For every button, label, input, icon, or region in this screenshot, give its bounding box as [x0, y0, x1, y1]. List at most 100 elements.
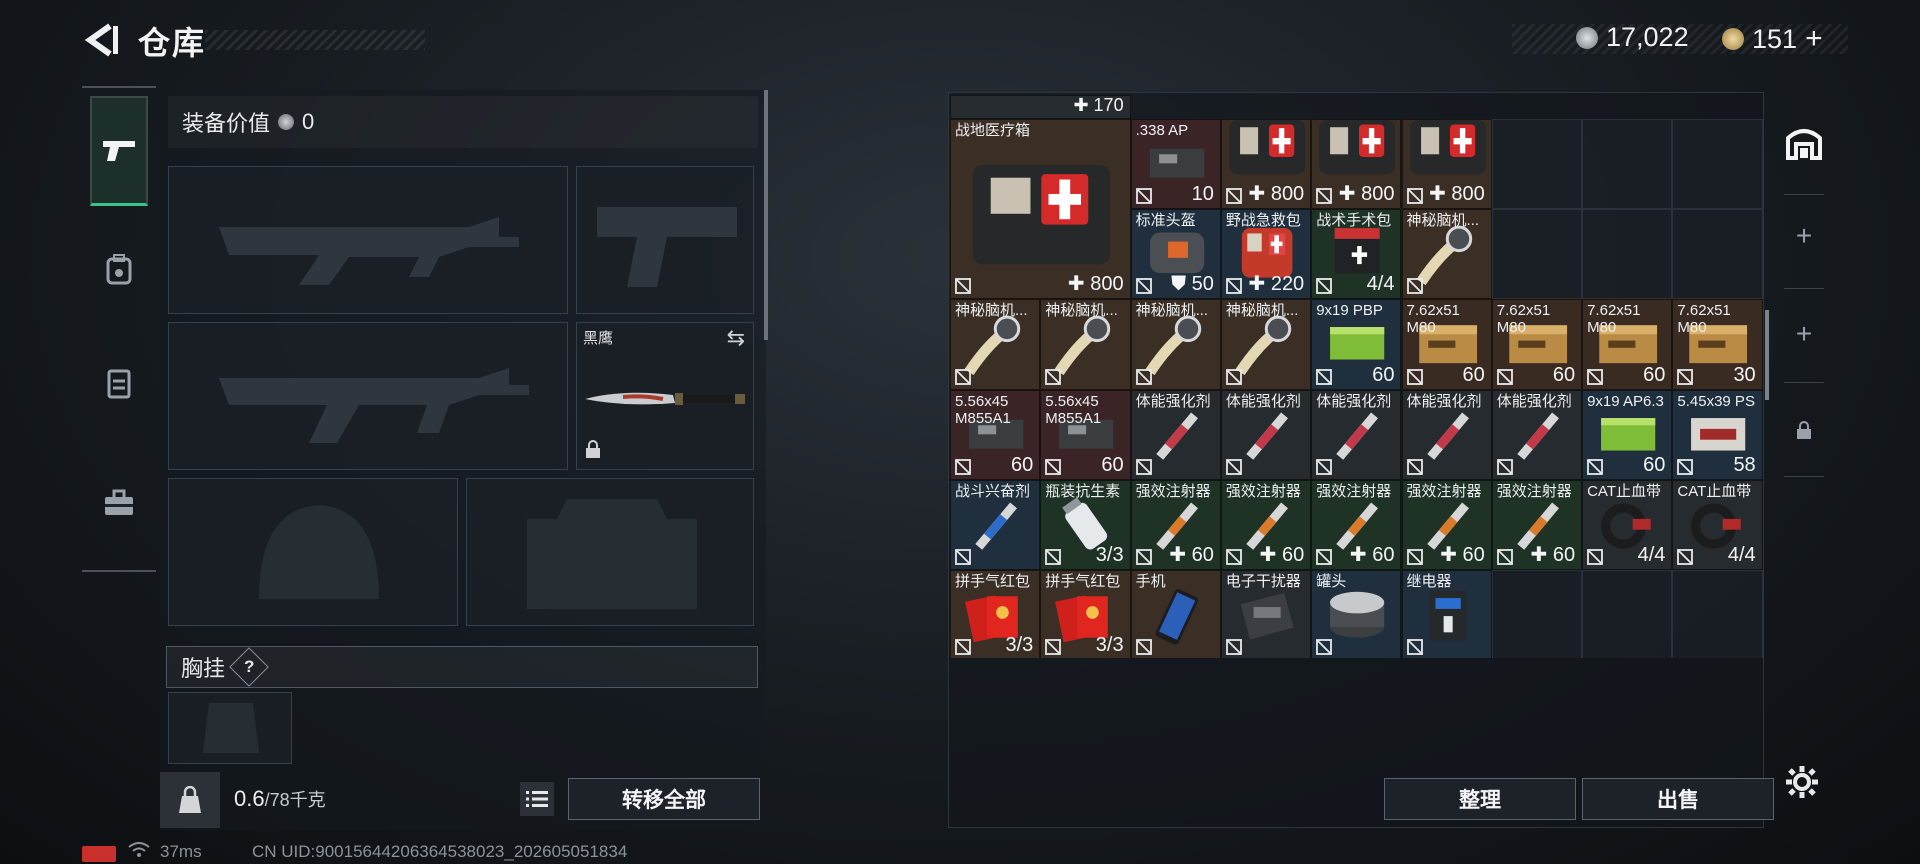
storage-item[interactable]: 神秘脑机... [1220, 299, 1312, 390]
item-value: ✚ 170 [1073, 96, 1123, 116]
storage-item[interactable]: 5.56x45 M855A1 60 [1040, 389, 1131, 480]
storage-item[interactable]: 9x19 AP6.3 60 [1582, 389, 1673, 480]
capacity-icon [160, 772, 220, 828]
storage-item[interactable]: 继电器 [1401, 570, 1492, 658]
no-insure-icon [1316, 549, 1333, 565]
storage-item[interactable]: 战地医疗箱 ✚ 800 [950, 119, 1131, 300]
tab-add-storage-2[interactable]: + [1772, 290, 1836, 378]
item-name: 强效注射器 [1135, 482, 1211, 500]
storage-item[interactable]: 手机 [1130, 570, 1221, 658]
equipment-scrollbar[interactable] [764, 90, 768, 340]
storage-item[interactable]: 神秘脑机... [1040, 299, 1131, 390]
storage-item[interactable]: 拼手气红包 3/3 [950, 570, 1041, 658]
tab-storage-main[interactable] [1772, 98, 1836, 186]
no-insure-icon [1406, 458, 1423, 475]
chest-rig-label: 胸挂 [181, 656, 226, 681]
sell-button[interactable]: 出售 [1582, 778, 1774, 820]
storage-item[interactable]: 拼手气红包 3/3 [1040, 570, 1131, 658]
storage-item[interactable]: 体能强化剂 [1130, 389, 1221, 480]
storage-item[interactable]: 7.62x51 M80 60 [1582, 299, 1673, 390]
storage-item[interactable]: 5.56x45 M855A1 60 [950, 389, 1041, 480]
storage-scrollbar[interactable] [1765, 310, 1769, 400]
storage-item[interactable]: 强效注射器 ✚ 60 [1220, 479, 1312, 570]
empty-slot[interactable] [1672, 209, 1763, 300]
storage-item[interactable]: CAT止血带 4/4 [1672, 479, 1763, 570]
storage-item[interactable]: 体能强化剂 [1220, 389, 1312, 480]
storage-item[interactable]: ✚ 800 [1311, 119, 1402, 210]
storage-item[interactable]: 神秘脑机... [1130, 299, 1221, 390]
silver-coin-icon [1576, 26, 1598, 49]
storage-item[interactable]: ✚ 800 [1220, 119, 1312, 210]
storage-item[interactable]: 电子干扰器 [1220, 570, 1312, 658]
list-view-button[interactable] [520, 782, 554, 816]
storage-item[interactable]: ✚ 800 [1401, 119, 1492, 210]
item-name: 5.45x39 PS [1677, 392, 1755, 410]
tab-case[interactable] [90, 448, 148, 558]
storage-item[interactable]: 强效注射器 ✚ 60 [1401, 479, 1492, 570]
chest-rig-header: 胸挂 ? [166, 646, 758, 688]
storage-item[interactable]: 强效注射器 ✚ 60 [1311, 479, 1402, 570]
no-insure-icon [1406, 549, 1423, 565]
armor-slot[interactable] [466, 478, 754, 626]
empty-slot[interactable] [1582, 209, 1673, 300]
storage-item[interactable]: 战术手术包 4/4 [1311, 209, 1402, 300]
empty-slot[interactable] [1672, 119, 1763, 210]
back-icon[interactable] [80, 20, 120, 60]
no-insure-icon [1316, 188, 1333, 205]
storage-item[interactable]: ✚ 170 [950, 95, 1131, 119]
storage-item[interactable]: 罐头 [1311, 570, 1402, 658]
storage-item[interactable]: 野战急救包 ✚ 220 [1220, 209, 1312, 300]
storage-item[interactable]: 神秘脑机... [1401, 209, 1492, 300]
chest-rig-slot[interactable] [168, 692, 292, 764]
item-name: 7.62x51 M80 [1677, 302, 1731, 337]
tab-vest[interactable] [90, 328, 148, 438]
storage-item[interactable]: 7.62x51 M80 30 [1672, 299, 1763, 390]
backpack-icon [106, 254, 132, 285]
storage-item[interactable]: 9x19 PBP 60 [1311, 299, 1402, 390]
item-quantity: ✚ 800 [1067, 273, 1124, 296]
gold-currency[interactable]: 151 + [1722, 22, 1823, 56]
no-insure-icon [1225, 458, 1242, 475]
storage-item[interactable]: CAT止血带 4/4 [1582, 479, 1673, 570]
tab-add-storage-1[interactable]: + [1772, 192, 1836, 280]
settings-icon[interactable] [1784, 764, 1820, 805]
empty-slot[interactable] [1582, 119, 1673, 210]
no-insure-icon [1496, 458, 1513, 475]
melee-slot[interactable]: 黑鹰 ⇆ [576, 322, 754, 470]
storage-item[interactable]: 强效注射器 ✚ 60 [1491, 479, 1583, 570]
primary-weapon-slot[interactable] [168, 166, 568, 314]
storage-item[interactable]: .338 AP 10 [1130, 119, 1221, 210]
item-name: 强效注射器 [1225, 482, 1301, 500]
sidearm-slot[interactable] [576, 166, 754, 314]
storage-item[interactable]: 战斗兴奋剂 [950, 479, 1041, 570]
swap-icon[interactable]: ⇆ [727, 325, 745, 351]
storage-item[interactable]: 体能强化剂 [1401, 389, 1492, 480]
storage-item[interactable]: 瓶装抗生素 3/3 [1040, 479, 1131, 570]
transfer-all-button[interactable]: 转移全部 [568, 778, 760, 820]
help-icon[interactable]: ? [229, 647, 269, 687]
helmet-slot[interactable] [168, 478, 458, 626]
storage-item[interactable]: 体能强化剂 [1491, 389, 1583, 480]
empty-slot[interactable] [1672, 570, 1763, 658]
empty-slot[interactable] [1491, 570, 1583, 658]
storage-item[interactable]: 5.45x39 PS 58 [1672, 389, 1763, 480]
storage-item[interactable]: 强效注射器 ✚ 60 [1130, 479, 1221, 570]
item-quantity: ✚ 800 [1429, 183, 1485, 206]
storage-item[interactable]: 标准头盔 ⛊ 50 [1130, 209, 1221, 300]
empty-slot[interactable] [1582, 570, 1673, 658]
storage-item[interactable]: 神秘脑机... [950, 299, 1041, 390]
storage-item[interactable]: 体能强化剂 [1311, 389, 1402, 480]
storage-item[interactable]: 7.62x51 M80 60 [1401, 299, 1492, 390]
tab-weapons[interactable] [90, 96, 148, 206]
no-insure-icon [1135, 368, 1152, 385]
item-name: 拼手气红包 [1045, 573, 1121, 590]
item-quantity: 60 [1101, 453, 1124, 476]
item-quantity: 10 [1191, 183, 1214, 206]
storage-item[interactable]: 7.62x51 M80 60 [1491, 299, 1583, 390]
empty-slot[interactable] [1491, 119, 1583, 210]
add-currency-button[interactable]: + [1805, 22, 1823, 56]
secondary-weapon-slot[interactable] [168, 322, 568, 470]
empty-slot[interactable] [1491, 209, 1583, 300]
sort-button[interactable]: 整理 [1384, 778, 1576, 820]
tab-backpack[interactable] [90, 214, 148, 324]
